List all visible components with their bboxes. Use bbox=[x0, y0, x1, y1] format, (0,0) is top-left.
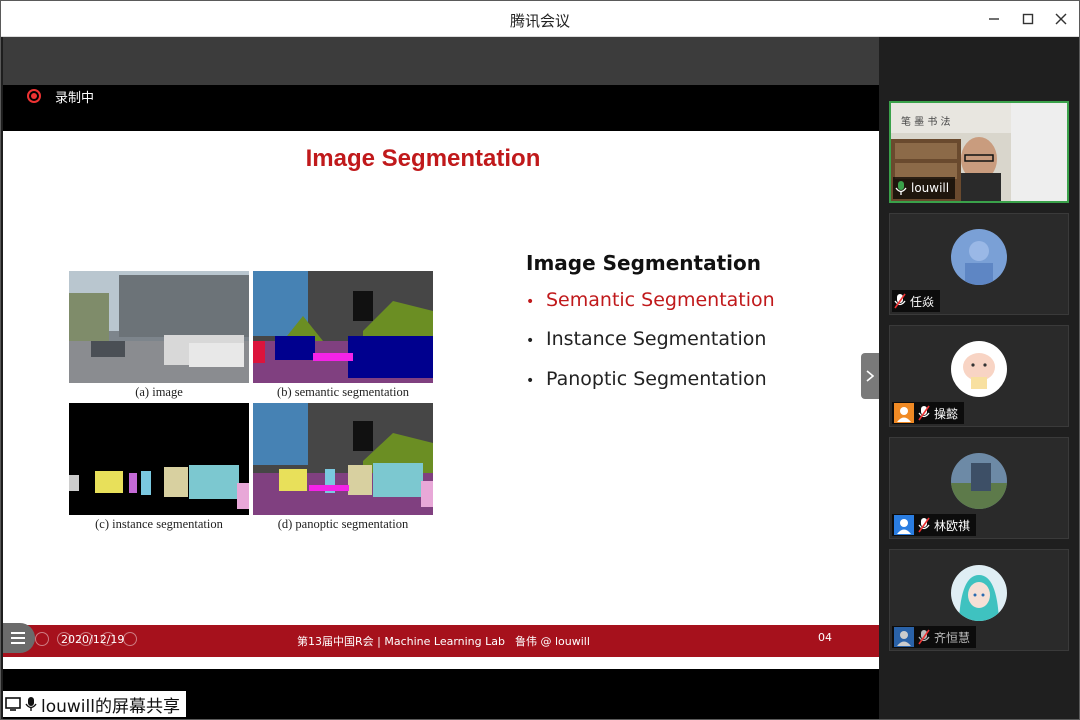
list-item-label: Instance Segmentation bbox=[546, 328, 767, 350]
bullet-icon: • bbox=[526, 373, 535, 389]
more-icon[interactable] bbox=[123, 632, 137, 646]
list-item-semantic: • Semantic Segmentation bbox=[526, 289, 775, 311]
title-bar: 腾讯会议 bbox=[1, 1, 1079, 37]
semantic-mask bbox=[253, 271, 433, 383]
recording-label: 录制中 bbox=[55, 91, 95, 106]
participants-panel: 笔 墨 书 法 louwill 任焱 操懿 林欧祺 齐恒慧 bbox=[879, 37, 1079, 719]
figure-instance bbox=[69, 403, 249, 515]
user-icon bbox=[894, 627, 914, 647]
slide-bottom-strip bbox=[3, 657, 879, 669]
participant-name-bar: louwill bbox=[893, 177, 956, 199]
mic-muted-icon bbox=[918, 517, 930, 533]
participant-name: 任焱 bbox=[910, 294, 935, 309]
menu-icon bbox=[11, 632, 25, 634]
participant-tile-5[interactable]: 齐恒慧 bbox=[889, 549, 1069, 651]
avatar bbox=[951, 565, 1007, 621]
list-item-label: Panoptic Segmentation bbox=[546, 368, 767, 390]
list-title: Image Segmentation bbox=[526, 251, 761, 275]
play-icon[interactable] bbox=[35, 632, 49, 646]
footer-event: 第13届中国R会 | Machine Learning Lab bbox=[297, 635, 505, 648]
user-icon bbox=[894, 515, 914, 535]
share-top-area bbox=[3, 37, 879, 85]
minimize-icon bbox=[989, 18, 999, 20]
instance-mask bbox=[69, 403, 249, 515]
list-item-instance: • Instance Segmentation bbox=[526, 328, 766, 350]
slides-icon[interactable] bbox=[79, 632, 93, 646]
recording-icon bbox=[27, 89, 41, 103]
meeting-window: 腾讯会议 录制中 Image Segmentation (a) image (b… bbox=[0, 0, 1080, 720]
caption-b: (b) semantic segmentation bbox=[277, 385, 409, 399]
window-title: 腾讯会议 bbox=[509, 12, 570, 30]
participant-tile-2[interactable]: 任焱 bbox=[889, 213, 1069, 315]
caption-d: (d) panoptic segmentation bbox=[277, 517, 409, 531]
screen-share-label: louwill的屏幕共享 bbox=[3, 691, 186, 717]
participant-name: 齐恒慧 bbox=[934, 630, 971, 645]
svg-text:笔 墨 书 法: 笔 墨 书 法 bbox=[901, 115, 951, 128]
participant-tile-louwill[interactable]: 笔 墨 书 法 louwill bbox=[889, 101, 1069, 203]
screen-share-text: louwill的屏幕共享 bbox=[41, 696, 180, 717]
chevron-right-icon bbox=[866, 370, 874, 382]
footer-page: 04 bbox=[818, 631, 832, 644]
screen-share-icon bbox=[5, 697, 21, 711]
slide-toolbar bbox=[3, 623, 143, 653]
caption-c: (c) instance segmentation bbox=[95, 517, 223, 531]
list-item-label: Semantic Segmentation bbox=[546, 289, 775, 311]
minimize-button[interactable] bbox=[981, 7, 1007, 31]
participant-name: 操懿 bbox=[934, 406, 959, 421]
screen-share-area: 录制中 Image Segmentation (a) image (b) sem… bbox=[3, 37, 879, 719]
slide: Image Segmentation (a) image (b) semanti… bbox=[3, 131, 879, 627]
mic-icon bbox=[25, 697, 37, 711]
close-icon bbox=[1055, 13, 1067, 25]
mic-on-icon bbox=[895, 181, 907, 195]
mic-muted-icon bbox=[918, 405, 930, 421]
user-icon bbox=[894, 403, 914, 423]
maximize-button[interactable] bbox=[1015, 7, 1041, 31]
participant-tile-3[interactable]: 操懿 bbox=[889, 325, 1069, 427]
menu-button[interactable] bbox=[3, 623, 35, 653]
slide-title: Image Segmentation bbox=[305, 145, 541, 172]
participant-name-bar: 操懿 bbox=[892, 402, 965, 424]
maximize-icon bbox=[1022, 13, 1034, 25]
participant-name: louwill bbox=[911, 181, 950, 195]
bullet-icon: • bbox=[526, 294, 535, 310]
figure-image bbox=[69, 271, 249, 383]
avatar bbox=[951, 229, 1007, 285]
mic-muted-icon bbox=[918, 629, 930, 645]
list-item-panoptic: • Panoptic Segmentation bbox=[526, 368, 767, 390]
avatar bbox=[951, 341, 1007, 397]
street-photo bbox=[69, 271, 249, 383]
participant-name: 林欧祺 bbox=[934, 518, 971, 533]
figure-panoptic bbox=[253, 403, 433, 515]
caption-a: (a) image bbox=[135, 385, 183, 399]
figure-semantic bbox=[253, 271, 433, 383]
bullet-icon: • bbox=[526, 333, 535, 349]
collapse-panel-button[interactable] bbox=[861, 353, 879, 399]
mic-muted-icon bbox=[894, 293, 906, 309]
avatar bbox=[951, 453, 1007, 509]
participant-name-bar: 齐恒慧 bbox=[892, 626, 977, 648]
participant-tile-4[interactable]: 林欧祺 bbox=[889, 437, 1069, 539]
panoptic-mask bbox=[253, 403, 433, 515]
participant-name-bar: 任焱 bbox=[892, 290, 941, 312]
footer-author: 鲁伟 @ louwill bbox=[515, 635, 590, 648]
zoom-icon[interactable] bbox=[101, 632, 115, 646]
close-button[interactable] bbox=[1048, 7, 1074, 31]
pen-icon[interactable] bbox=[57, 632, 71, 646]
participant-name-bar: 林欧祺 bbox=[892, 514, 977, 536]
recording-bar bbox=[3, 85, 879, 131]
